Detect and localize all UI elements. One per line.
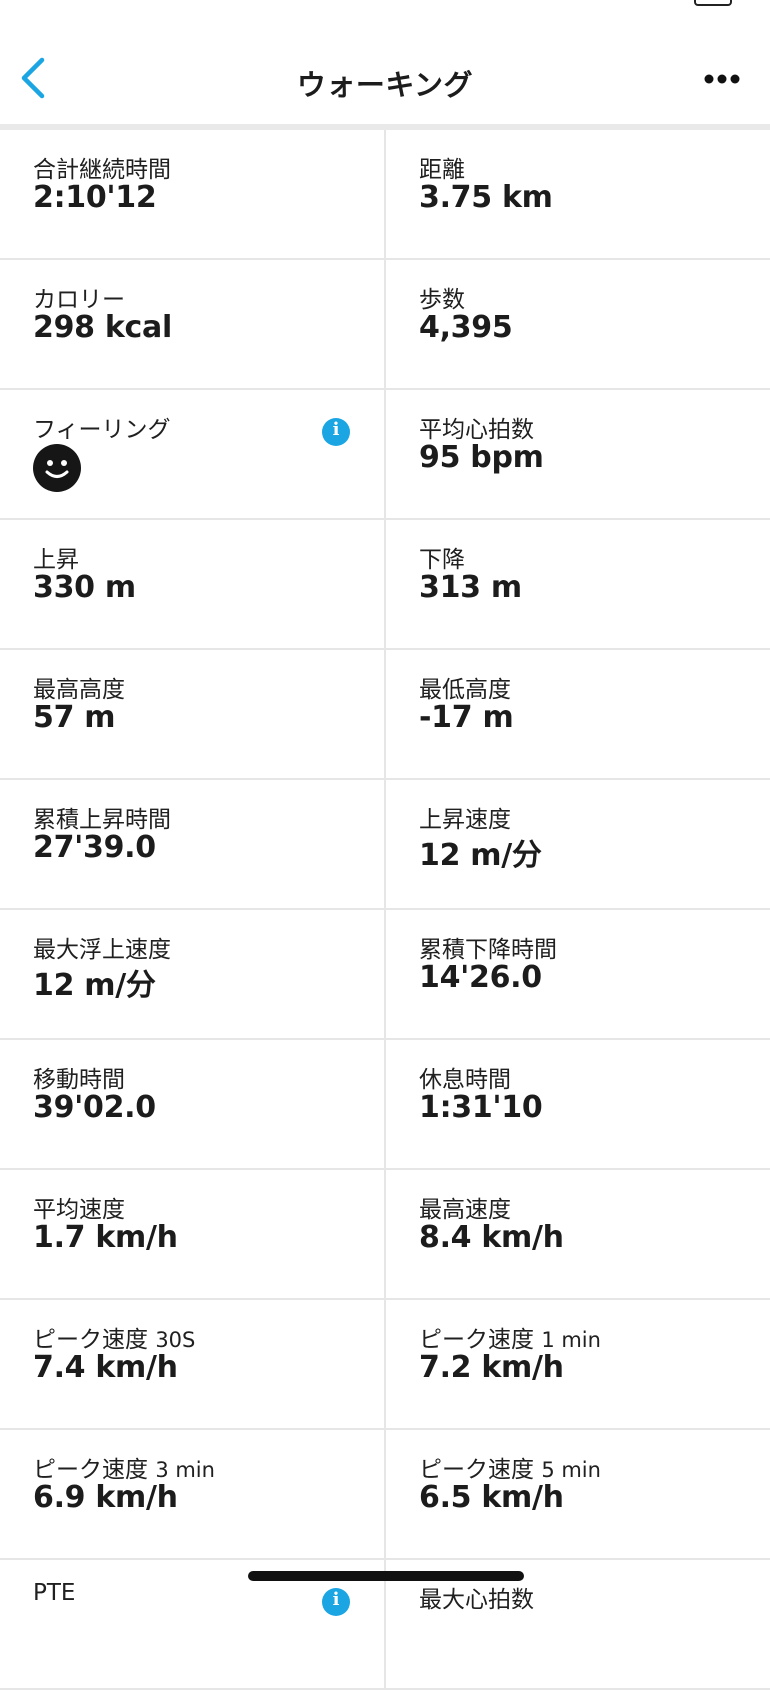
stat-label-unit: 5 min [541,1458,601,1482]
stat-max-ascent-speed: 最大浮上速度 12 m/分 [0,910,386,1038]
stat-label: 距離 [419,157,465,183]
stat-value: 3.75 km [419,180,553,215]
stat-distance: 距離 3.75 km [386,130,770,258]
stats-row: 平均速度 1.7 km/h 最高速度 8.4 km/h [0,1170,770,1300]
stat-value: 6.9 km/h [33,1480,178,1515]
stat-label: フィーリング [33,417,171,443]
stat-label: カロリー [33,287,125,313]
stat-label: ピーク速度 5 min [419,1450,601,1484]
stat-descent-time: 累積下降時間 14'26.0 [386,910,770,1038]
stat-label: 合計継続時間 [33,157,171,183]
stat-label: 最大心拍数 [419,1587,534,1613]
stat-value: 12 m/分 [33,968,156,1003]
stat-steps: 歩数 4,395 [386,260,770,388]
stat-avg-heart-rate: 平均心拍数 95 bpm [386,390,770,518]
stat-value: 12 m/分 [419,838,542,873]
stat-value: 1.7 km/h [33,1220,178,1255]
stat-ascent-speed: 上昇速度 12 m/分 [386,780,770,908]
stats-row: フィーリング i 平均心拍数 95 bpm [0,390,770,520]
stats-row: 最大浮上速度 12 m/分 累積下降時間 14'26.0 [0,910,770,1040]
stats-row: カロリー 298 kcal 歩数 4,395 [0,260,770,390]
stat-rest-time: 休息時間 1:31'10 [386,1040,770,1168]
stats-row: 最高高度 57 m 最低高度 -17 m [0,650,770,780]
stat-value: -17 m [419,700,514,735]
stat-value: 14'26.0 [419,960,542,995]
stat-label: ピーク速度 30S [33,1320,195,1354]
stat-descent: 下降 313 m [386,520,770,648]
stat-ascent: 上昇 330 m [0,520,386,648]
info-icon[interactable]: i [322,1588,350,1616]
home-indicator [248,1571,524,1581]
stat-value: 330 m [33,570,136,605]
stat-value: 8.4 km/h [419,1220,564,1255]
stat-label: 最低高度 [419,677,511,703]
more-horizontal-icon [704,74,740,84]
stat-ascent-time: 累積上昇時間 27'39.0 [0,780,386,908]
stat-value: 298 kcal [33,310,172,345]
stats-row: 合計継続時間 2:10'12 距離 3.75 km [0,130,770,260]
stats-grid: 合計継続時間 2:10'12 距離 3.75 km カロリー 298 kcal … [0,130,770,1690]
stat-label-unit: 30S [155,1328,196,1352]
stat-value: 95 bpm [419,440,544,475]
more-options-button[interactable] [702,66,742,92]
battery-icon [694,0,732,6]
stat-min-altitude: 最低高度 -17 m [386,650,770,778]
info-icon[interactable]: i [322,418,350,446]
stat-label: 最大浮上速度 [33,937,171,963]
stat-label: 上昇速度 [419,807,511,833]
stat-moving-time: 移動時間 39'02.0 [0,1040,386,1168]
stat-value: 57 m [33,700,116,735]
stat-calories: カロリー 298 kcal [0,260,386,388]
stat-label: ピーク速度 3 min [33,1450,215,1484]
stat-max-speed: 最高速度 8.4 km/h [386,1170,770,1298]
stat-feeling: フィーリング i [0,390,386,518]
status-bar-glyphs [22,0,172,4]
stat-value: 313 m [419,570,522,605]
stat-label: 累積上昇時間 [33,807,171,833]
stat-peak-speed-1min: ピーク速度 1 min 7.2 km/h [386,1300,770,1428]
stat-label: 移動時間 [33,1067,125,1093]
page-title: ウォーキング [296,68,474,102]
stat-value: 2:10'12 [33,180,157,215]
stat-value: 7.2 km/h [419,1350,564,1385]
stat-label: 下降 [419,547,465,573]
stat-value: 7.4 km/h [33,1350,178,1385]
stat-peak-speed-30s: ピーク速度 30S 7.4 km/h [0,1300,386,1428]
stat-label-unit: 3 min [155,1458,215,1482]
stat-label: 平均心拍数 [419,417,534,443]
navigation-bar: ウォーキング [0,24,770,124]
stats-row: ピーク速度 3 min 6.9 km/h ピーク速度 5 min 6.5 km/… [0,1430,770,1560]
stat-label: 平均速度 [33,1197,125,1223]
stat-label: PTE [33,1580,76,1606]
stat-peak-speed-3min: ピーク速度 3 min 6.9 km/h [0,1430,386,1558]
smiley-face-icon [33,444,81,492]
stat-label: 最高高度 [33,677,125,703]
stats-row: ピーク速度 30S 7.4 km/h ピーク速度 1 min 7.2 km/h [0,1300,770,1430]
stat-value: 1:31'10 [419,1090,543,1125]
stats-row: 上昇 330 m 下降 313 m [0,520,770,650]
stat-label: 累積下降時間 [419,937,557,963]
stat-label: ピーク速度 1 min [419,1320,601,1354]
stat-peak-speed-5min: ピーク速度 5 min 6.5 km/h [386,1430,770,1558]
stat-label: 休息時間 [419,1067,511,1093]
stat-label: 最高速度 [419,1197,511,1223]
stat-value: 39'02.0 [33,1090,156,1125]
stats-row: 累積上昇時間 27'39.0 上昇速度 12 m/分 [0,780,770,910]
stat-max-altitude: 最高高度 57 m [0,650,386,778]
stat-total-duration: 合計継続時間 2:10'12 [0,130,386,258]
status-bar [0,0,770,24]
stat-avg-speed: 平均速度 1.7 km/h [0,1170,386,1298]
stat-value: 4,395 [419,310,513,345]
stats-row: 移動時間 39'02.0 休息時間 1:31'10 [0,1040,770,1170]
stat-label: 歩数 [419,287,465,313]
stat-value: 27'39.0 [33,830,156,865]
stat-label-unit: 1 min [541,1328,601,1352]
stat-value: 6.5 km/h [419,1480,564,1515]
stat-label: 上昇 [33,547,79,573]
